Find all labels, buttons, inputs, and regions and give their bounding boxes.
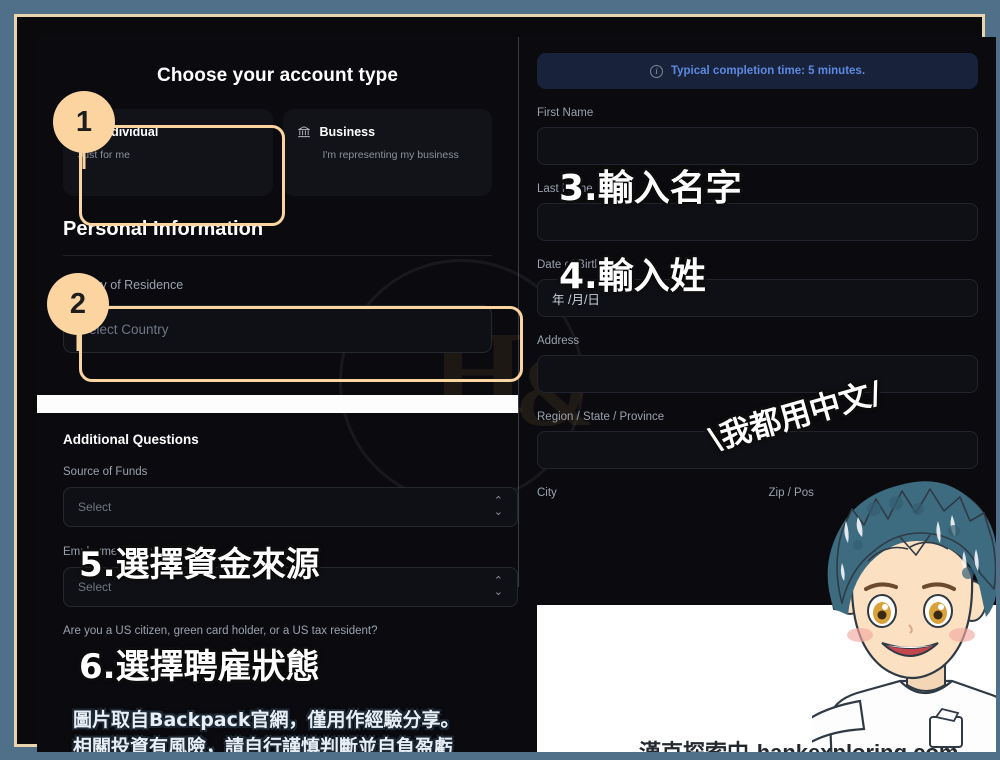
business-card-subtitle: I'm representing my business [322,149,459,161]
screenshot-stage: H & Choose your account type Individual [37,37,996,752]
address-label: Address [537,335,580,347]
additional-questions-section: Additional Questions Source of Funds Sel… [63,432,518,637]
source-of-funds-label: Source of Funds [63,466,148,478]
address-input[interactable] [537,355,978,393]
section-divider [63,255,492,256]
additional-questions-heading: Additional Questions [63,432,199,447]
individual-card-subtitle: Just for me [78,149,130,161]
account-card-business[interactable]: Business I'm representing my business [282,109,492,196]
callout-source-of-funds: 5.選擇資金來源 [79,545,320,585]
disclaimer-line-2: 相關投資有風險，請自行謹慎判斷並自負盈虧 [73,735,454,752]
callout-employment-status: 6.選擇聘雇狀態 [79,647,320,687]
business-card-title: Business [319,125,376,139]
completion-time-banner: i Typical completion time: 5 minutes. [537,53,978,89]
cream-inner-border: H & Choose your account type Individual [14,14,996,752]
callout-last-name: 4.輸入姓 [559,256,706,297]
brand-name: 漢克探索中 [639,741,749,752]
bank-icon [297,126,310,138]
personal-information-heading: Personal Information [63,218,264,240]
completion-time-text: Typical completion time: 5 minutes. [670,65,866,77]
annotation-badge-1: 1 [53,91,115,153]
page-title: Choose your account type [157,65,398,86]
account-type-cards: Individual Just for me Business I'm repr… [63,109,492,196]
first-name-label: First Name [537,107,594,119]
disclaimer-text: 圖片取自Backpack官網，僅用作經驗分享。 相關投資有風險，請自行謹慎判斷並… [73,707,460,752]
chevron-updown-icon: ⌃ ⌄ [493,575,503,598]
mascot-character [812,481,996,752]
source-of-funds-select[interactable]: Select ⌃ ⌄ [63,487,518,527]
source-of-funds-placeholder: Select [78,500,112,514]
country-select[interactable]: Select Country [63,305,492,353]
us-citizen-question: Are you a US citizen, green card holder,… [63,625,378,637]
country-of-residence-label: Country of Residence [63,278,184,292]
info-icon: i [649,64,663,78]
business-card-head: Business [297,125,479,139]
chevron-updown-icon: ⌃ ⌄ [493,495,503,518]
white-band-overlay [37,395,518,413]
callout-first-name: 3.輸入名字 [559,168,742,209]
outer-frame: H & Choose your account type Individual [0,0,1000,760]
brand-watermark: 漢克探索中 hankexploring.com [639,735,958,752]
brand-domain: hankexploring.com [757,740,959,752]
annotation-badge-2: 2 [47,273,109,335]
city-label: City [537,487,557,499]
disclaimer-line-1: 圖片取自Backpack官網，僅用作經驗分享。 [73,709,460,731]
